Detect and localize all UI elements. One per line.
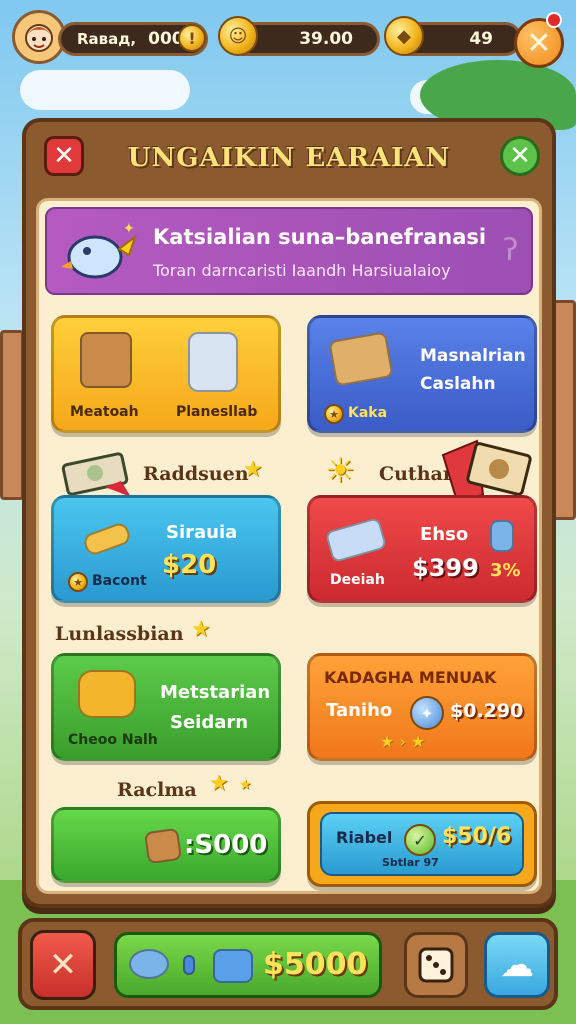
card6-globe-icon: ✦ [410, 696, 444, 730]
coin-icon: ☺ [218, 16, 258, 56]
dice-button[interactable] [404, 932, 468, 998]
player-name: Raвад, [77, 30, 137, 48]
notification-badge-icon [546, 12, 562, 28]
sparkle-icon: ★ › ★ [380, 732, 426, 751]
special-button-inner: Riabel ✓ $50/6 Sbtlar 97 [320, 812, 524, 876]
card2-coin-icon: ★ [324, 404, 344, 424]
crate-icon [80, 332, 132, 388]
shop-panel: UNGAIKIN EARAIAN ✕ ✕ ✦ Katsialian suna–b… [22, 118, 556, 908]
panel-content: ✦ Katsialian suna–banefranasi Toran darn… [36, 198, 542, 894]
fish-icon [129, 949, 169, 979]
info-icon[interactable]: ! [178, 24, 206, 52]
star-icon: ★ [191, 617, 211, 642]
section-label-1: Raddsuen [143, 463, 249, 485]
cloud [20, 70, 190, 110]
card8-sub: Sbtlar 97 [382, 856, 439, 869]
star-icon: ★ [239, 777, 252, 793]
panel-close-button[interactable]: ✕ [44, 136, 84, 176]
card4-percent: 3% [490, 560, 521, 581]
bottom-close-button[interactable]: ✕ [30, 930, 96, 1000]
hammer-chest-icon [328, 331, 394, 387]
star-icon: ★ [209, 771, 229, 796]
drink-icon [490, 520, 514, 552]
machine-icon [188, 332, 238, 392]
promo-banner[interactable]: ✦ Katsialian suna–banefranasi Toran darn… [45, 207, 533, 295]
chest-icon [143, 827, 183, 865]
bottom-bar: ✕ $5000 ☁ [18, 918, 558, 1010]
shop-card-offer[interactable]: KADAGHA MENUAK Taniho ✦ $0.290 ★ › ★ [307, 653, 537, 761]
buy-button-special[interactable]: Riabel ✓ $50/6 Sbtlar 97 [307, 801, 537, 887]
sun-icon: ☀ [325, 451, 356, 491]
card4-tag: Deeiah [330, 572, 385, 588]
coins-value: 39.00 [299, 29, 353, 49]
card3-tag: Bacont [92, 573, 147, 589]
card4-title: Ehso [420, 524, 469, 545]
card2-tag: Kaka [348, 405, 388, 421]
bottom-total: $5000 [263, 947, 368, 982]
gem-icon: ◆ [384, 16, 424, 56]
banner-swirl-icon: ʔ [503, 233, 519, 268]
bottom-total-button[interactable]: $5000 [114, 932, 382, 998]
shop-card-bundle[interactable]: Ehso $399 3% Deeiah [307, 495, 537, 603]
card4-price: $399 [412, 554, 479, 582]
section-label-3: Lunlassbian [55, 623, 184, 645]
card8-label: Riabel [336, 828, 393, 847]
card5-subtitle: Seidarn [170, 712, 249, 733]
card3-coin-icon: ★ [68, 572, 88, 592]
section-label-4: Raclma [117, 779, 197, 801]
card3-price: $20 [162, 550, 217, 580]
card5-tag: Cheoo Nalh [68, 732, 158, 748]
treasure-icon [213, 949, 253, 983]
scroll-icon [81, 520, 133, 558]
card6-title: KADAGHA MENUAK [324, 668, 497, 687]
gems-value: 49 [469, 29, 493, 49]
panel-confirm-button[interactable]: ✕ [500, 136, 540, 176]
ticket-icon [324, 516, 388, 564]
card3-title: Sirauia [166, 522, 238, 543]
panel-title: UNGAIKIN EARAIAN [127, 143, 451, 173]
banner-title: Katsialian suna–banefranasi [153, 225, 487, 249]
phone-icon [183, 955, 195, 975]
buy-button-green[interactable]: :S000 [51, 807, 281, 883]
card8-leaf-icon: ✓ [404, 824, 436, 856]
svg-text:✦: ✦ [123, 221, 135, 237]
gold-nugget-icon [78, 670, 136, 718]
card5-title: Metstarian [160, 682, 271, 703]
dice-icon [418, 947, 454, 983]
card1-right-label: Planesllab [176, 404, 258, 420]
background-house [0, 330, 24, 500]
card6-price: $0.290 [450, 700, 524, 722]
shop-card-cash[interactable]: Sirauia $20 ★ Bacont [51, 495, 281, 603]
shop-card-buildings[interactable]: Meatoah Planesllab [51, 315, 281, 433]
cloud-button[interactable]: ☁ [484, 932, 550, 998]
shop-card-resources[interactable]: Metstarian Seidarn Cheoo Nalh [51, 653, 281, 761]
card2-title: Masnalrian [420, 346, 526, 366]
avatar-face-icon [25, 24, 53, 52]
cloud-icon: ☁ [500, 945, 534, 985]
shop-card-crafting[interactable]: Masnalrian Caslahn ★ Kaka [307, 315, 537, 433]
banner-subtitle: Toran darncaristi Iaandh Harsiualaioy [153, 261, 451, 280]
card2-subtitle: Caslahn [420, 374, 496, 394]
bird-mascot-icon: ✦ [61, 221, 137, 279]
card6-label: Taniho [326, 700, 393, 721]
star-icon: ★ [243, 457, 263, 482]
card1-left-label: Meatoah [70, 404, 139, 420]
card7-price: :S000 [184, 830, 268, 860]
card8-price: $50/6 [442, 824, 512, 849]
